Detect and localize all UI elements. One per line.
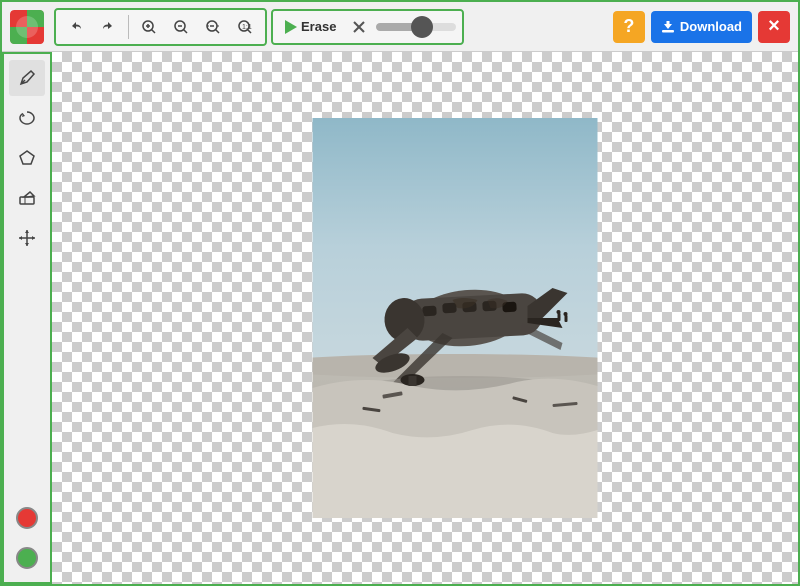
- foreground-color-button[interactable]: [9, 500, 45, 536]
- divider: [128, 15, 129, 39]
- move-icon: [17, 228, 37, 248]
- zoom-actual-button[interactable]: 1:1: [231, 13, 259, 41]
- app-container: 1:1 Erase ?: [0, 0, 800, 586]
- history-zoom-group: 1:1: [54, 8, 267, 46]
- eraser-tool-button[interactable]: [9, 180, 45, 216]
- foreground-color-swatch: [16, 507, 38, 529]
- left-sidebar: [2, 52, 52, 584]
- help-icon: ?: [623, 16, 634, 37]
- canvas-image: [312, 118, 597, 518]
- app-logo: [10, 10, 44, 44]
- erase-group: Erase: [271, 9, 464, 45]
- lasso-icon: [17, 108, 37, 128]
- pen-tool-button[interactable]: [9, 60, 45, 96]
- polygon-tool-button[interactable]: [9, 140, 45, 176]
- background-color-button[interactable]: [9, 540, 45, 576]
- zoom-out-button[interactable]: [167, 13, 195, 41]
- help-button[interactable]: ?: [613, 11, 645, 43]
- erase-play-icon: [285, 20, 297, 34]
- top-toolbar: 1:1 Erase ?: [2, 2, 798, 52]
- brush-size-container: [376, 23, 456, 31]
- erase-cancel-button[interactable]: [346, 14, 372, 40]
- redo-button[interactable]: [94, 13, 122, 41]
- top-right-buttons: ? Download ×: [613, 11, 790, 43]
- download-label: Download: [680, 19, 742, 34]
- main-area: [2, 52, 798, 584]
- background-color-swatch: [16, 547, 38, 569]
- move-tool-button[interactable]: [9, 220, 45, 256]
- erase-label: Erase: [301, 19, 336, 34]
- erase-button[interactable]: Erase: [279, 16, 342, 37]
- polygon-icon: [17, 148, 37, 168]
- zoom-fit-button[interactable]: [199, 13, 227, 41]
- eraser-icon: [17, 188, 37, 208]
- zoom-in-button[interactable]: [135, 13, 163, 41]
- close-app-icon: ×: [768, 15, 780, 38]
- download-icon: [661, 20, 675, 34]
- close-app-button[interactable]: ×: [758, 11, 790, 43]
- pen-icon: [17, 68, 37, 88]
- lasso-tool-button[interactable]: [9, 100, 45, 136]
- undo-button[interactable]: [62, 13, 90, 41]
- download-button[interactable]: Download: [651, 11, 752, 43]
- canvas-area[interactable]: [52, 52, 798, 584]
- brush-size-slider[interactable]: [376, 23, 456, 31]
- svg-text:1:1: 1:1: [242, 24, 252, 31]
